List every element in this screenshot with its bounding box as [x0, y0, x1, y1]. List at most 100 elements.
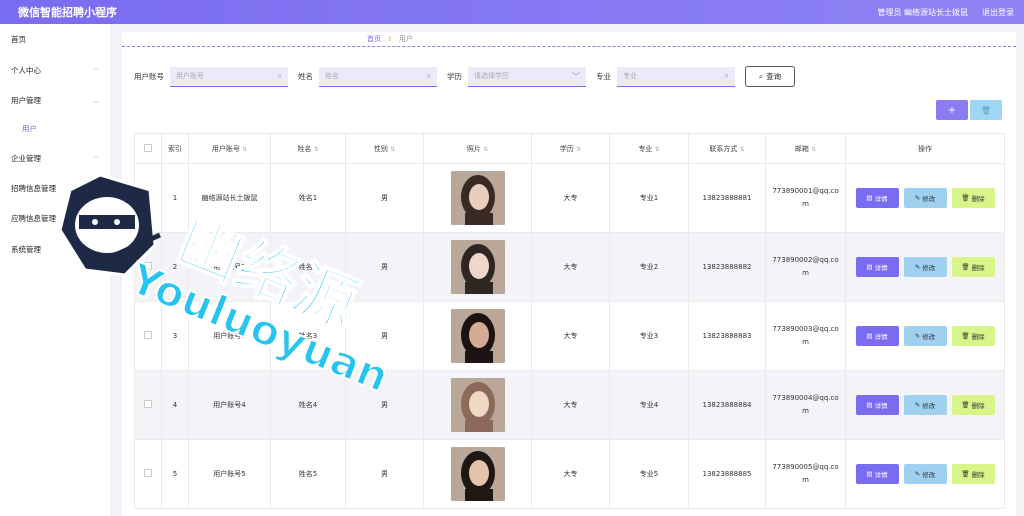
header-label: 邮箱 [794, 144, 809, 153]
user-photo[interactable] [450, 447, 505, 501]
chevron-down-icon: ﹀ [92, 216, 99, 223]
email-line: 773890001@qq.co [772, 187, 839, 195]
sidebar-item-users[interactable]: 用户管理 ︿ [11, 95, 99, 106]
user-photo[interactable] [450, 171, 505, 225]
account-label: 用户账号 [134, 72, 164, 81]
delete-button[interactable]: 🗑 删除 [951, 326, 995, 346]
table-header-row: 索引 用户账号 ⇅ 姓名 ⇅ 性别 ⇅ 照片 ⇅ 学历 ⇅ 专业 ⇅ 联系方式 … [134, 133, 1005, 164]
row-checkbox[interactable] [144, 193, 152, 201]
account-input[interactable]: 用户账号 ⌕ [170, 66, 288, 87]
sidebar-item-label: 用户管理 [11, 96, 41, 105]
sidebar: 首页 个人中心 ﹀ 用户管理 ︿ 用户 企业管理 ﹀ 招聘信息管理 ﹀ 应聘信息管理 ﹀ … [0, 24, 110, 516]
sidebar-item-home[interactable]: 首页 [11, 34, 99, 45]
edit-button[interactable]: ✎ 修改 [903, 188, 947, 208]
detail-button[interactable]: ▤ 详情 [855, 257, 899, 277]
header-major[interactable]: 专业 ⇅ [609, 133, 689, 164]
row-checkbox[interactable] [144, 262, 152, 270]
edu-placeholder: 请选择学历 [474, 72, 509, 80]
edit-button[interactable]: ✎ 修改 [903, 257, 947, 277]
header-edu[interactable]: 学历 ⇅ [531, 133, 610, 164]
cell-email: 773890004@qq.co m [765, 370, 846, 440]
name-input[interactable]: 姓名 ⌕ [319, 66, 437, 87]
cell-phone: 13823888884 [688, 370, 766, 440]
sort-icon[interactable]: ⇅ [314, 146, 319, 153]
sidebar-item-apply[interactable]: 应聘信息管理 ﹀ [11, 213, 99, 224]
sort-icon[interactable]: ⇅ [242, 146, 247, 153]
sort-icon[interactable]: ⇅ [811, 146, 816, 153]
major-input[interactable]: 专业 ⌕ [617, 66, 735, 87]
header-email[interactable]: 邮箱 ⇅ [765, 133, 846, 164]
name-label: 姓名 [298, 72, 313, 81]
row-select-cell[interactable] [134, 232, 162, 302]
delete-button[interactable]: 🗑 删除 [951, 395, 995, 415]
user-photo[interactable] [450, 309, 505, 363]
hand-icon: ✌ [387, 35, 393, 43]
user-photo[interactable] [450, 240, 505, 294]
delete-button[interactable]: 🗑 删除 [951, 464, 995, 484]
select-all-cell[interactable] [134, 133, 162, 164]
logout-link[interactable]: 退出登录 [982, 7, 1014, 18]
query-button[interactable]: ⌕ 查询 [745, 66, 795, 87]
detail-button[interactable]: ▤ 详情 [855, 326, 899, 346]
sidebar-item-system[interactable]: 系统管理 ﹀ [11, 244, 99, 255]
edit-button[interactable]: ✎ 修改 [903, 464, 947, 484]
sort-icon[interactable]: ⇅ [576, 146, 581, 153]
table-row: 4 用户账号4 姓名4 男 大专 专业4 13823888884 7738900… [134, 370, 1005, 440]
row-select-cell[interactable] [134, 370, 162, 440]
email-line: m [802, 407, 809, 415]
sort-icon[interactable]: ⇅ [483, 146, 488, 153]
row-select-cell[interactable] [134, 163, 162, 233]
cell-email: 773890003@qq.co m [765, 301, 846, 371]
cell-photo [423, 163, 532, 233]
detail-button[interactable]: ▤ 详情 [855, 188, 899, 208]
cell-index: 2 [161, 232, 189, 302]
cell-edu: 大专 [531, 301, 610, 371]
sort-icon[interactable]: ⇅ [655, 146, 660, 153]
email-line: m [802, 269, 809, 277]
cell-account: 用户账号2 [188, 232, 271, 302]
batch-delete-button[interactable]: 🗑 [970, 100, 1002, 120]
header-gender[interactable]: 性别 ⇅ [345, 133, 424, 164]
admin-label: 管理员 幽络源站长士拨鼠 [877, 7, 968, 17]
delete-button[interactable]: 🗑 删除 [951, 188, 995, 208]
edit-button[interactable]: ✎ 修改 [903, 326, 947, 346]
detail-button[interactable]: ▤ 详情 [855, 464, 899, 484]
row-select-cell[interactable] [134, 439, 162, 509]
sidebar-item-label: 应聘信息管理 [11, 214, 56, 223]
breadcrumb: 首页 ✌ 用户 [367, 34, 413, 44]
edit-button[interactable]: ✎ 修改 [903, 395, 947, 415]
header-name[interactable]: 姓名 ⇅ [270, 133, 346, 164]
app-title: 微信智能招聘小程序 [18, 6, 117, 19]
row-checkbox[interactable] [144, 469, 152, 477]
sort-icon[interactable]: ⇅ [740, 146, 745, 153]
row-checkbox[interactable] [144, 331, 152, 339]
sidebar-item-recruit[interactable]: 招聘信息管理 ﹀ [11, 183, 99, 194]
cell-major: 专业5 [609, 439, 689, 509]
pencil-icon: ✎ [914, 332, 921, 340]
header-photo[interactable]: 照片 ⇅ [423, 133, 532, 164]
edu-select[interactable]: 请选择学历 ﹀ [468, 66, 586, 87]
header-label: 联系方式 [709, 144, 738, 153]
cell-phone: 13823888883 [688, 301, 766, 371]
row-checkbox[interactable] [144, 400, 152, 408]
cell-account: 用户账号5 [188, 439, 271, 509]
delete-button[interactable]: 🗑 删除 [951, 257, 995, 277]
sort-icon[interactable]: ⇅ [390, 146, 395, 153]
sidebar-subitem-user[interactable]: 用户 [22, 123, 37, 134]
detail-button[interactable]: ▤ 详情 [855, 395, 899, 415]
cell-email: 773890005@qq.co m [765, 439, 846, 509]
cell-edu: 大专 [531, 163, 610, 233]
row-select-cell[interactable] [134, 301, 162, 371]
header-phone[interactable]: 联系方式 ⇅ [688, 133, 766, 164]
email-line: m [802, 476, 809, 484]
table-row: 3 用户账号3 姓名3 男 大专 专业3 13823888883 7738900… [134, 301, 1005, 371]
sidebar-item-company[interactable]: 企业管理 ﹀ [11, 153, 99, 164]
header-account[interactable]: 用户账号 ⇅ [188, 133, 271, 164]
detail-label: 详情 [874, 264, 888, 272]
breadcrumb-home[interactable]: 首页 [367, 34, 381, 44]
select-all-checkbox[interactable] [144, 143, 152, 152]
add-button[interactable]: + [936, 100, 968, 120]
sidebar-item-personal[interactable]: 个人中心 ﹀ [11, 65, 99, 76]
user-photo[interactable] [450, 378, 505, 432]
email-line: 773890002@qq.co [772, 256, 839, 264]
